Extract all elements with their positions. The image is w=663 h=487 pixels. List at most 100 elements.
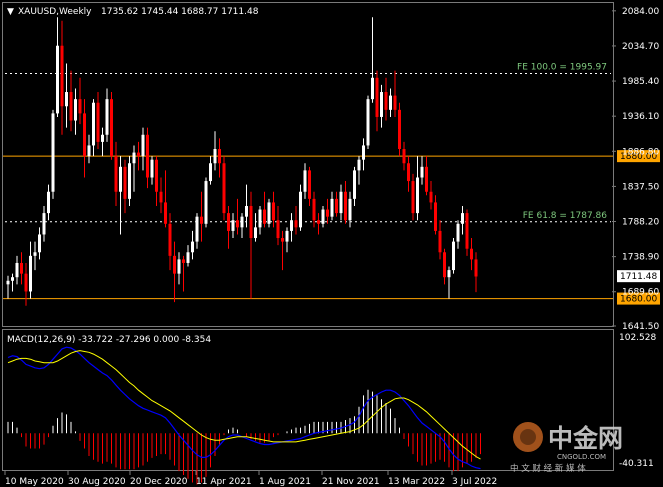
candle-body: [101, 134, 104, 142]
candle-body: [258, 209, 262, 228]
candle-body: [227, 213, 230, 231]
candle-body: [416, 177, 419, 214]
price-tick-label: 1985.40: [622, 77, 659, 87]
candle-body: [443, 252, 446, 278]
time-tick-label: 30 Aug 2020: [68, 477, 126, 487]
candle-body: [375, 77, 379, 117]
candle-body: [20, 262, 23, 274]
time-tick-label: 20 Dec 2020: [130, 477, 188, 487]
candle-body: [384, 92, 388, 110]
candle-body: [51, 113, 55, 192]
candle-body: [366, 99, 370, 146]
time-tick-label: 13 Mar 2022: [388, 477, 445, 487]
candle-body: [191, 241, 194, 253]
candle-body: [29, 255, 32, 292]
levels-layer: 1880.001680.00FE 100.0 = 1995.97FE 61.8 …: [3, 63, 660, 305]
candle-body: [240, 216, 244, 228]
macd-main-line: [7, 346, 481, 470]
candle-body: [42, 213, 46, 235]
candle-body: [470, 248, 473, 260]
watermark-logo-text: 中金网: [548, 424, 623, 453]
candle-body: [186, 252, 190, 263]
price-tick-label: 1886.80: [622, 147, 659, 157]
candle-body: [56, 45, 59, 114]
candle-body: [33, 252, 37, 256]
candle-body: [38, 234, 41, 253]
time-tick-label: 3 Jul 2022: [452, 477, 497, 487]
candle-body: [308, 170, 311, 199]
candle-body: [204, 181, 208, 224]
candle-body: [353, 170, 356, 199]
candle-body: [461, 213, 464, 224]
candle-body: [69, 92, 73, 121]
macd-layer: [7, 346, 481, 485]
candle-body: [123, 166, 127, 199]
candle-body: [209, 163, 212, 182]
candle-body: [78, 99, 82, 114]
candle-body: [132, 152, 136, 164]
candle-body: [83, 113, 86, 157]
candle-body: [281, 238, 284, 242]
candle-body: [222, 163, 226, 214]
macd-label: MACD(12,26,9) -33.722 -27.296 0.000 -8.3…: [7, 335, 211, 345]
time-tick-label: 21 Nov 2021: [322, 477, 380, 487]
candle-body: [267, 202, 271, 224]
candle-body: [330, 198, 334, 217]
candle-body: [110, 99, 113, 157]
ohlc-readout: 1735.62 1745.44 1688.77 1711.48: [101, 7, 259, 17]
candle-body: [92, 102, 95, 146]
candle-body: [182, 259, 185, 263]
watermark-site: CNGOLD.COM: [557, 453, 606, 461]
candles-layer: [6, 17, 478, 306]
candle-body: [389, 95, 392, 110]
time-axis: 10 May 2020 30 Aug 2020 20 Dec 2020 11 Apr …: [4, 471, 497, 487]
cngold-watermark: 中金网 CNGOLD.COM 中 文 财 经 新 媒 体: [510, 422, 623, 474]
candle-body: [272, 202, 275, 221]
candle-body: [371, 77, 374, 100]
main-panel-frame: [2, 2, 614, 327]
price-tick-label: 1689.60: [622, 288, 659, 298]
candle-body: [236, 220, 239, 228]
candle-body: [339, 191, 343, 214]
candle-body: [290, 220, 293, 231]
price-tick-label: 1641.50: [622, 322, 659, 332]
symbol-label: XAUUSD,Weekly: [18, 7, 92, 17]
candle-body: [213, 149, 217, 164]
candle-body: [245, 205, 248, 217]
time-tick-label: 1 Aug 2021: [259, 477, 311, 487]
candle-body: [146, 134, 149, 178]
candle-body: [447, 270, 451, 278]
candle-body: [87, 145, 91, 157]
candle-body: [150, 159, 154, 178]
candle-body: [276, 220, 280, 239]
candle-body: [65, 92, 68, 107]
candle-body: [155, 159, 158, 192]
chart-canvas: 1880.001680.00FE 100.0 = 1995.97FE 61.8 …: [2, 2, 660, 487]
candle-body: [15, 262, 19, 278]
time-tick-label: 10 May 2020: [5, 477, 64, 487]
symbol-dropdown-icon[interactable]: ▼: [7, 7, 14, 17]
candle-body: [74, 99, 77, 121]
candle-body: [218, 149, 221, 164]
price-axis: 2084.00 2034.70 1985.40 1936.10 1886.80 1837.…: [612, 7, 660, 332]
candle-body: [317, 220, 320, 224]
candle-body: [438, 230, 442, 253]
candle-body: [429, 191, 433, 203]
candle-body: [326, 209, 329, 217]
candle-body: [141, 134, 145, 157]
candle-body: [137, 152, 140, 157]
current-price-label: 1711.48: [620, 272, 657, 282]
price-tick-label: 1837.50: [622, 182, 659, 192]
candle-body: [173, 255, 176, 274]
candle-body: [456, 223, 460, 242]
candle-body: [402, 149, 406, 164]
candle-body: [380, 92, 383, 117]
price-tick-label: 1936.10: [622, 112, 659, 122]
candle-body: [465, 213, 469, 249]
time-tick-label: 11 Apr 2021: [196, 477, 252, 487]
candle-body: [335, 198, 338, 214]
candle-body: [420, 166, 424, 178]
candle-body: [407, 163, 410, 182]
candle-body: [195, 216, 199, 242]
watermark-tagline: 中 文 财 经 新 媒 体: [510, 463, 586, 474]
